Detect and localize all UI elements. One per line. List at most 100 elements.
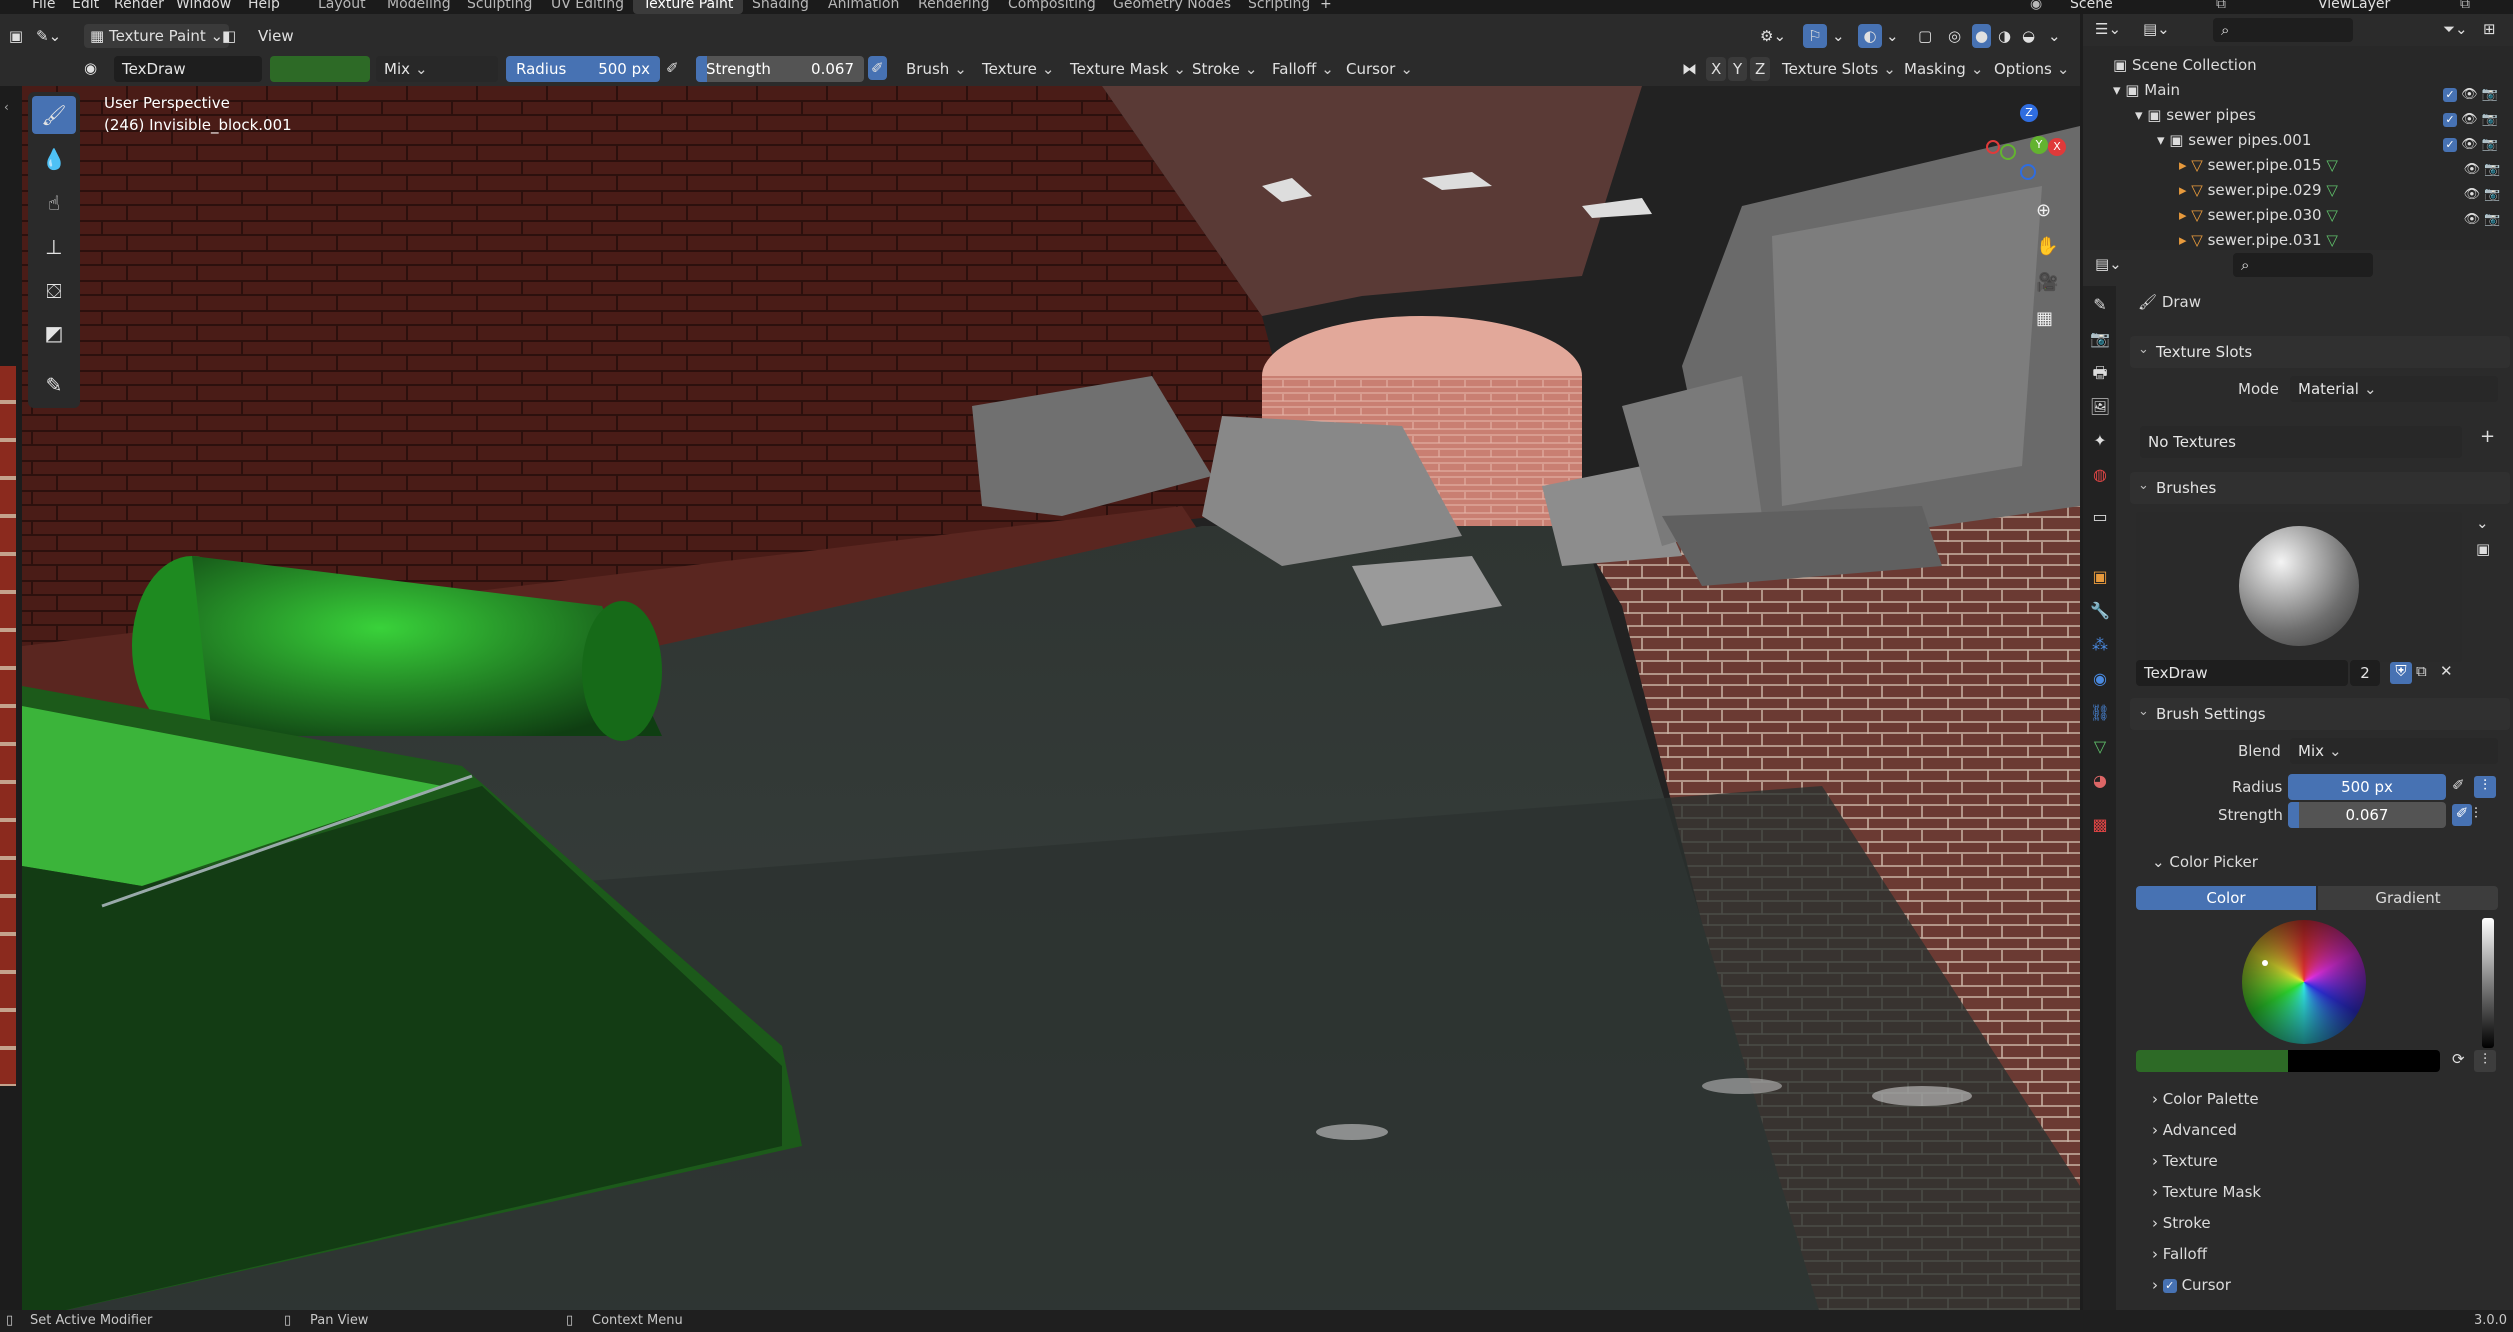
smear-tool-icon[interactable]: ☝	[32, 184, 76, 222]
wireframe-shading-icon[interactable]: ◎	[1948, 24, 1961, 48]
tab-scripting[interactable]: Scripting	[1248, 0, 1310, 12]
view-menu[interactable]: View	[258, 24, 294, 48]
navigation-gizmo[interactable]: Z X Y	[1970, 94, 2066, 184]
brush-users-count[interactable]: 2	[2350, 660, 2380, 686]
tab-rendering[interactable]: Rendering	[918, 0, 990, 12]
tab-modeling[interactable]: Modeling	[387, 0, 451, 12]
outliner-row-scene-collection[interactable]: ▣ Scene Collection	[2113, 56, 2257, 74]
texture-slots-menu[interactable]: Texture Slots	[1782, 57, 1896, 81]
collection-tab-icon[interactable]: ▭	[2089, 506, 2111, 528]
subpanel-falloff[interactable]: › Falloff	[2152, 1245, 2207, 1263]
brush-strength-slider[interactable]: 0.067	[2288, 802, 2446, 828]
subpanel-color-palette[interactable]: › Color Palette	[2152, 1090, 2259, 1108]
mirror-y[interactable]: Y	[1728, 57, 1748, 81]
rendered-shading-icon[interactable]: ◒	[2022, 24, 2035, 48]
mesh-data-icon[interactable]: ▽	[2326, 181, 2338, 199]
color-wheel-cursor[interactable]	[2262, 960, 2268, 966]
gizmo-neg-x[interactable]	[1986, 140, 2000, 154]
options-menu[interactable]: Options	[1994, 57, 2069, 81]
color-tab[interactable]: Color	[2136, 886, 2316, 910]
secondary-color-swatch[interactable]	[2288, 1050, 2440, 1072]
checkbox-eye-camera-icon[interactable]: ✓ 👁 📷	[2443, 107, 2500, 132]
paint-mask-icon[interactable]: ◧	[222, 24, 236, 48]
particles-tab-icon[interactable]: ⁂	[2089, 634, 2111, 656]
color-wheel[interactable]	[2242, 920, 2366, 1044]
scene-icon[interactable]: ◉	[2030, 0, 2042, 12]
texture-mask-menu[interactable]: Texture Mask	[1070, 57, 1186, 81]
expand-icon[interactable]: ▾ ▣	[2135, 106, 2166, 124]
outliner-editor-icon[interactable]: ☰⌄	[2095, 20, 2121, 38]
view-layer-copy-icon[interactable]: ⧉	[2460, 0, 2470, 12]
brush-preview[interactable]	[2136, 512, 2462, 662]
gizmo-neg-z[interactable]	[2020, 164, 2036, 180]
outliner-row-pipe-029[interactable]: ▸ ▽ sewer.pipe.029 ▽	[2179, 181, 2338, 199]
strength-unit-icon[interactable]: ⫶	[2474, 804, 2478, 822]
brush-color-swatch[interactable]	[270, 56, 370, 82]
radius-pressure-icon[interactable]: ✐	[2452, 776, 2465, 794]
draw-tool-icon[interactable]: 🖌	[32, 96, 76, 134]
material-shading-icon[interactable]: ◑	[1998, 24, 2011, 48]
texture-slots-list[interactable]: No Textures	[2140, 426, 2462, 458]
mesh-data-icon[interactable]: ▽	[2326, 231, 2338, 249]
tab-sculpting[interactable]: Sculpting	[467, 0, 532, 12]
scene-copy-icon[interactable]: ⧉	[2216, 0, 2226, 12]
soften-tool-icon[interactable]: 💧	[32, 140, 76, 178]
texture-tab-icon[interactable]: ▩	[2089, 814, 2111, 836]
subpanel-texture[interactable]: › Texture	[2152, 1152, 2218, 1170]
texture-menu[interactable]: Texture	[982, 57, 1055, 81]
toolbar-collapse-icon[interactable]: ‹	[4, 100, 9, 114]
strength-slider[interactable]: Strength 0.067	[696, 56, 864, 82]
brush-radius-slider[interactable]: 500 px	[2288, 774, 2446, 800]
modifier-tab-icon[interactable]: 🔧	[2089, 600, 2111, 622]
subpanel-cursor[interactable]: › ✓ Cursor	[2152, 1276, 2231, 1294]
value-slider[interactable]	[2482, 918, 2494, 1048]
outliner-row-sewer-pipes[interactable]: ▾ ▣ sewer pipes	[2135, 106, 2256, 124]
tab-shading[interactable]: Shading	[752, 0, 809, 12]
gizmo-toggle-icon[interactable]: ⚐	[1803, 24, 1827, 48]
outliner-row-pipe-031[interactable]: ▸ ▽ sewer.pipe.031 ▽	[2179, 231, 2338, 249]
data-tab-icon[interactable]: ▽	[2089, 736, 2111, 758]
menu-window[interactable]: Window	[176, 0, 231, 12]
tab-geometry-nodes[interactable]: Geometry Nodes	[1113, 0, 1231, 12]
swap-colors-icon[interactable]: ⟳	[2452, 1050, 2465, 1068]
radius-slider[interactable]: Radius 500 px	[506, 56, 660, 82]
filter-icon[interactable]: ⏷⌄	[2443, 20, 2468, 38]
add-texture-icon[interactable]: +	[2480, 426, 2495, 447]
checkbox-eye-camera-icon[interactable]: ✓ 👁 📷	[2443, 132, 2500, 157]
outliner-row-sewer-pipes-001[interactable]: ▾ ▣ sewer pipes.001	[2157, 131, 2311, 149]
panel-brush-settings[interactable]: ⌄ Brush Settings	[2130, 698, 2510, 730]
color-picker-subpanel[interactable]: ⌄ Color Picker	[2152, 853, 2258, 871]
scene-name[interactable]: Scene	[2070, 0, 2113, 12]
editor-type-icon[interactable]: ▣	[6, 24, 26, 48]
strength-pressure-icon[interactable]: ✐	[868, 56, 887, 80]
gizmo-neg-y[interactable]	[2000, 144, 2016, 160]
tab-uv-editing[interactable]: UV Editing	[551, 0, 624, 12]
expand-icon[interactable]: ▾ ▣	[2113, 81, 2144, 99]
3d-viewport[interactable]: User Perspective (246) Invisible_block.0…	[22, 86, 2080, 1320]
material-tab-icon[interactable]: ◕	[2089, 770, 2111, 792]
gizmo-x-axis[interactable]: X	[2048, 138, 2066, 156]
zoom-icon[interactable]: ⊕	[2036, 200, 2051, 221]
primary-color-swatch[interactable]	[2136, 1050, 2288, 1072]
radius-unit-icon[interactable]: ⫶	[2474, 776, 2496, 798]
xray-icon[interactable]: ▢	[1918, 24, 1932, 48]
tab-texture-paint[interactable]: Texture Paint	[633, 0, 744, 14]
constraints-tab-icon[interactable]: ⛓	[2089, 702, 2111, 724]
blend-dropdown[interactable]: Mix	[376, 56, 498, 82]
fill-tool-icon[interactable]: ⛋	[32, 272, 76, 310]
tab-layout[interactable]: Layout	[318, 0, 366, 12]
object-tab-icon[interactable]: ▣	[2089, 566, 2111, 588]
mode-dropdown[interactable]: Material	[2290, 376, 2498, 402]
camera-view-icon[interactable]: 🎥	[2036, 272, 2058, 293]
outliner-row-pipe-015[interactable]: ▸ ▽ sewer.pipe.015 ▽	[2179, 156, 2338, 174]
eye-camera-icon[interactable]: 👁 📷	[2443, 207, 2501, 232]
outliner-row-main[interactable]: ▾ ▣ Main	[2113, 81, 2180, 99]
scene-tab-icon[interactable]: ✦	[2089, 430, 2111, 452]
symmetry-icon[interactable]: ⧓	[1682, 57, 1697, 81]
radius-pressure-icon[interactable]: ✐	[666, 56, 679, 80]
solid-shading-icon[interactable]: ●	[1972, 24, 1992, 48]
cursor-menu[interactable]: Cursor	[1346, 57, 1413, 81]
add-workspace-icon[interactable]: +	[1320, 0, 1332, 12]
eye-camera-icon[interactable]: 👁 📷	[2443, 182, 2501, 207]
menu-file[interactable]: File	[32, 0, 55, 12]
